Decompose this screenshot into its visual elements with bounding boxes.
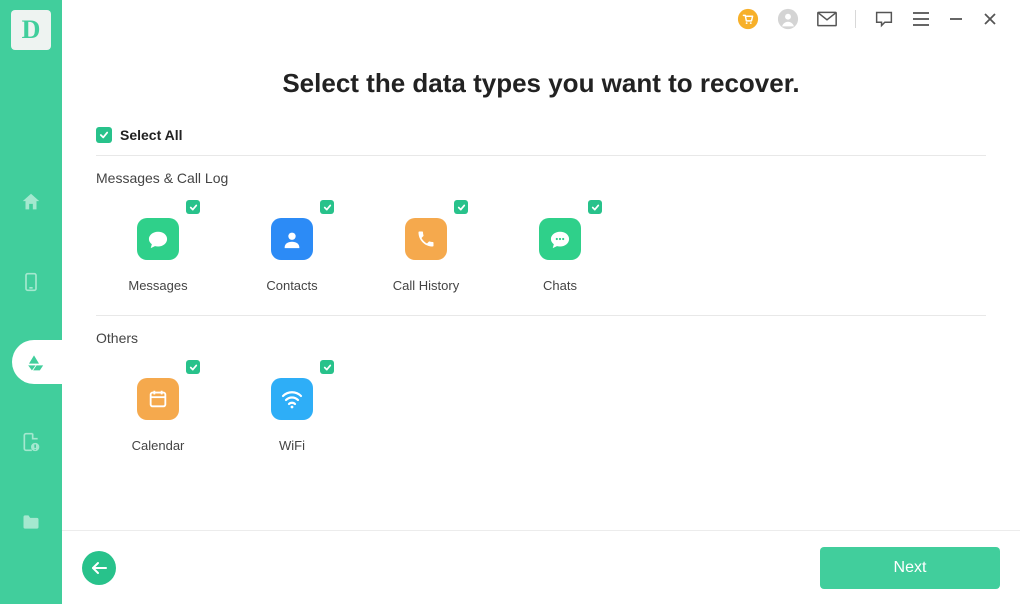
- cart-button[interactable]: [737, 8, 759, 30]
- tile-chats-label: Chats: [543, 278, 577, 293]
- section-title-others: Others: [96, 330, 986, 346]
- tile-wifi-checkbox[interactable]: [320, 360, 334, 374]
- select-all-row[interactable]: Select All: [96, 127, 986, 156]
- tile-calendar-label: Calendar: [132, 438, 185, 453]
- tile-wifi[interactable]: WiFi: [270, 360, 314, 453]
- select-all-checkbox[interactable]: [96, 127, 112, 143]
- close-icon: [982, 11, 998, 27]
- nav-folder[interactable]: [0, 500, 62, 544]
- tile-messages-label: Messages: [128, 278, 187, 293]
- next-button[interactable]: Next: [820, 547, 1000, 589]
- select-all-label: Select All: [120, 127, 183, 143]
- tile-chats-checkbox[interactable]: [588, 200, 602, 214]
- tile-contacts-label: Contacts: [266, 278, 317, 293]
- chat-icon: [874, 10, 894, 28]
- check-icon: [323, 364, 332, 371]
- arrow-left-icon: [90, 561, 108, 575]
- cart-icon: [737, 8, 759, 30]
- check-icon: [457, 204, 466, 211]
- chats-icon: [539, 218, 581, 260]
- tile-calendar-checkbox[interactable]: [186, 360, 200, 374]
- wifi-icon: [271, 378, 313, 420]
- check-icon: [591, 204, 600, 211]
- nav-home[interactable]: [0, 180, 62, 224]
- sidebar: D: [0, 0, 62, 604]
- call-history-icon: [405, 218, 447, 260]
- feedback-button[interactable]: [874, 10, 894, 28]
- tile-call-history[interactable]: Call History: [404, 200, 448, 293]
- tile-contacts-checkbox[interactable]: [320, 200, 334, 214]
- tile-calendar[interactable]: Calendar: [136, 360, 180, 453]
- tile-wifi-label: WiFi: [279, 438, 305, 453]
- user-icon: [777, 8, 799, 30]
- drive-icon: [24, 353, 44, 371]
- mail-button[interactable]: [817, 11, 837, 27]
- tiles-messages-call-log: Messages Contacts Call History: [96, 200, 986, 293]
- check-icon: [189, 204, 198, 211]
- close-button[interactable]: [982, 11, 998, 27]
- main: Select the data types you want to recove…: [62, 0, 1020, 604]
- menu-button[interactable]: [912, 12, 930, 26]
- section-divider: [96, 315, 986, 316]
- tile-contacts[interactable]: Contacts: [270, 200, 314, 293]
- home-icon: [20, 191, 42, 213]
- folder-icon: [20, 512, 42, 532]
- check-icon: [323, 204, 332, 211]
- mail-icon: [817, 11, 837, 27]
- minimize-button[interactable]: [948, 11, 964, 27]
- nav-cloud[interactable]: [12, 340, 62, 384]
- back-button[interactable]: [82, 551, 116, 585]
- sidebar-nav: [0, 180, 62, 544]
- footer-bar: Next: [62, 530, 1020, 604]
- calendar-icon: [137, 378, 179, 420]
- page-title: Select the data types you want to recove…: [96, 68, 986, 99]
- top-toolbar: [62, 0, 1020, 38]
- menu-icon: [912, 12, 930, 26]
- tile-call-history-checkbox[interactable]: [454, 200, 468, 214]
- account-button[interactable]: [777, 8, 799, 30]
- contacts-icon: [271, 218, 313, 260]
- section-title-messages: Messages & Call Log: [96, 170, 986, 186]
- app-logo: D: [11, 10, 51, 50]
- tile-chats[interactable]: Chats: [538, 200, 582, 293]
- tile-call-history-label: Call History: [393, 278, 459, 293]
- check-icon: [189, 364, 198, 371]
- check-icon: [99, 131, 109, 139]
- messages-icon: [137, 218, 179, 260]
- tiles-others: Calendar WiFi: [96, 360, 986, 453]
- content-area: Select the data types you want to recove…: [62, 38, 1020, 530]
- nav-device[interactable]: [0, 260, 62, 304]
- minimize-icon: [948, 11, 964, 27]
- nav-file-alert[interactable]: [0, 420, 62, 464]
- file-alert-icon: [21, 431, 41, 453]
- phone-icon: [21, 271, 41, 293]
- tile-messages[interactable]: Messages: [136, 200, 180, 293]
- toolbar-divider: [855, 10, 856, 28]
- tile-messages-checkbox[interactable]: [186, 200, 200, 214]
